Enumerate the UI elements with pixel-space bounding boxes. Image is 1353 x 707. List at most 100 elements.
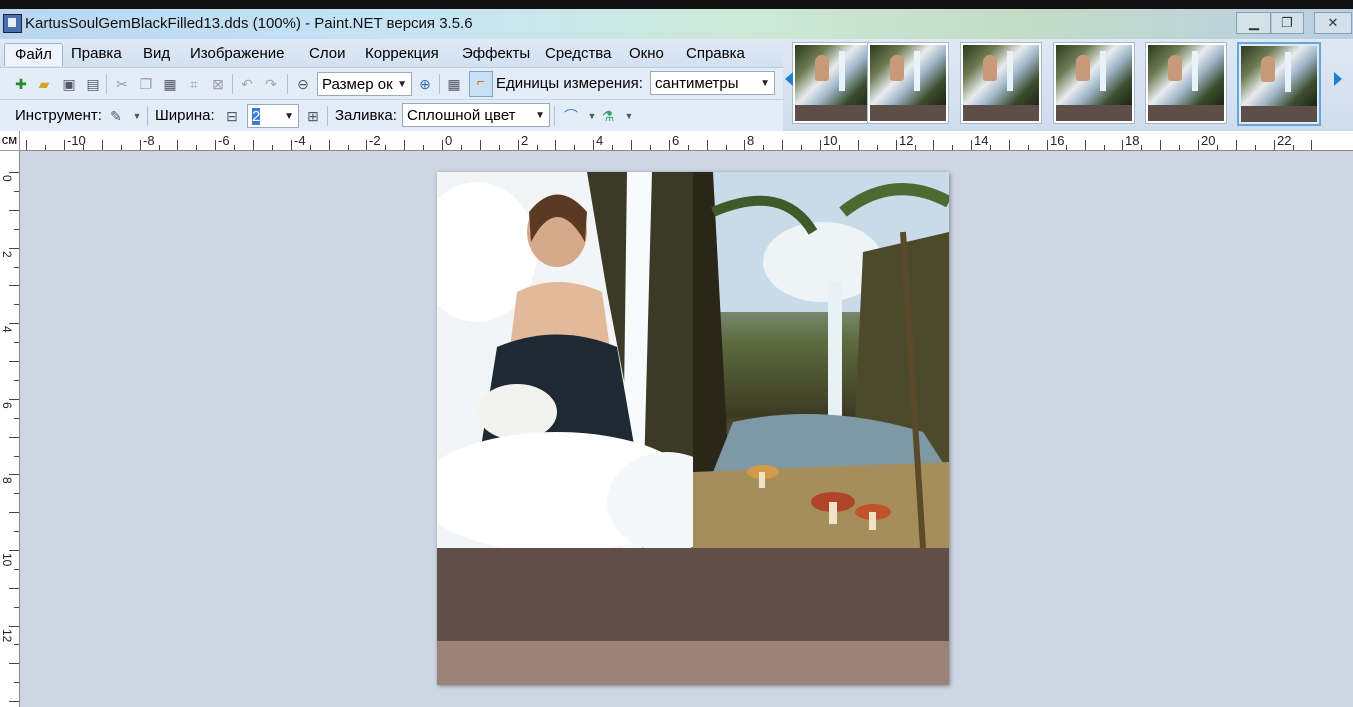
menu-layers[interactable]: Слои	[299, 43, 355, 65]
ruler-tick	[385, 145, 386, 150]
ruler-label: 18	[1125, 133, 1140, 148]
print-icon[interactable]: ▤	[84, 75, 102, 93]
ruler-tick	[14, 191, 19, 192]
ruler-label: 4	[0, 326, 14, 333]
paintbrush-icon[interactable]: ✎	[107, 107, 125, 125]
ruler-tick	[9, 361, 19, 362]
image-thumbnail[interactable]	[1145, 42, 1227, 124]
chevron-down-icon: ▼	[284, 111, 294, 122]
ruler-tick	[726, 145, 727, 150]
thumbnail-image	[870, 45, 946, 105]
ruler-tick	[839, 145, 840, 150]
ruler-tick	[801, 145, 802, 150]
copy-icon[interactable]: ❐	[137, 75, 155, 93]
menu-help[interactable]: Справка	[676, 43, 755, 65]
toolbar-separator	[439, 74, 440, 94]
ruler-tick	[631, 140, 632, 150]
ruler-tick	[1236, 140, 1237, 150]
menu-effects[interactable]: Эффекты	[452, 43, 540, 65]
menu-file[interactable]: Файл	[4, 43, 63, 66]
ruler-tick	[1255, 145, 1256, 150]
image-thumbnail[interactable]	[867, 42, 949, 124]
toolbar-separator	[327, 106, 328, 126]
ruler-tick	[366, 140, 367, 150]
ruler-tick	[272, 145, 273, 150]
ruler-label: -6	[218, 133, 230, 148]
grid-icon[interactable]: ▦	[445, 75, 463, 93]
ruler-tick	[102, 140, 103, 150]
menu-view[interactable]: Вид	[133, 43, 180, 65]
thumbnail-bottom	[870, 105, 946, 121]
ruler-tick	[9, 663, 19, 664]
zoom-out-icon[interactable]: ⊖	[294, 75, 312, 93]
ruler-tick	[14, 304, 19, 305]
scroll-left-icon[interactable]	[785, 72, 793, 86]
width-decrease-icon[interactable]: ⊟	[223, 107, 241, 125]
width-input[interactable]: 2 ▼	[247, 104, 299, 128]
ruler-label: 2	[0, 251, 14, 258]
chevron-down-icon[interactable]: ▼	[620, 107, 638, 125]
zoom-in-icon[interactable]: ⊕	[416, 75, 434, 93]
menu-bar: Файл Правка Вид Изображение Слои Коррекц…	[0, 39, 783, 67]
ruler-tick	[121, 145, 122, 150]
horizontal-ruler[interactable]: -10 -8 -6 -4 -2 0 2 4 6 8 10 12 14 16 18 20 22	[20, 131, 1353, 151]
minimize-button[interactable]: ▁	[1236, 12, 1272, 34]
antialiasing-icon[interactable]: ⌒	[562, 107, 580, 125]
ruler-tick	[329, 140, 330, 150]
ruler-tick	[9, 210, 19, 211]
ruler-tick	[518, 140, 519, 150]
blend-mode-flask-icon[interactable]: ⚗	[599, 107, 617, 125]
undo-icon[interactable]: ↶	[238, 75, 256, 93]
units-select[interactable]: сантиметры ▼	[650, 71, 775, 95]
width-increase-icon[interactable]: ⊞	[304, 107, 322, 125]
deselect-icon[interactable]: ⊠	[209, 75, 227, 93]
paste-icon[interactable]: ▦	[161, 75, 179, 93]
ruler-tick	[1009, 140, 1010, 150]
image-thumbnail[interactable]	[960, 42, 1042, 124]
menu-window[interactable]: Окно	[619, 43, 674, 65]
vertical-ruler[interactable]: 0 2 4 6 8 10 12	[0, 151, 20, 707]
ruler-tick	[9, 701, 19, 702]
ruler-tick	[14, 644, 19, 645]
ruler-label: -10	[67, 133, 86, 148]
ruler-tick	[14, 607, 19, 608]
crop-icon[interactable]: ⌗	[185, 75, 203, 93]
redo-icon[interactable]: ↷	[262, 75, 280, 93]
maximize-button[interactable]: ❐	[1270, 12, 1304, 34]
image-thumbnail[interactable]	[1053, 42, 1135, 124]
ruler-tick	[877, 145, 878, 150]
ruler-tick	[593, 140, 594, 150]
new-image-icon[interactable]: ✚	[12, 75, 30, 93]
chevron-down-icon[interactable]: ▼	[128, 107, 146, 125]
ruler-tick	[9, 626, 19, 627]
canvas-tan-band	[437, 641, 949, 685]
save-icon[interactable]: ▣	[60, 75, 78, 93]
image-thumbnail-selected[interactable]	[1237, 42, 1321, 126]
ruler-tick	[480, 140, 481, 150]
ruler-tick	[9, 248, 19, 249]
menu-utilities[interactable]: Средства	[535, 43, 621, 65]
image-canvas[interactable]	[437, 172, 949, 685]
thumbnail-bottom	[1056, 105, 1132, 121]
ruler-tick	[140, 140, 141, 150]
ruler-tick	[215, 140, 216, 150]
paintnet-app-icon[interactable]	[3, 14, 22, 33]
image-thumbnail[interactable]	[792, 42, 874, 124]
scroll-right-icon[interactable]	[1334, 72, 1342, 86]
fill-select[interactable]: Сплошной цвет ▼	[402, 103, 550, 127]
menu-adjustments[interactable]: Коррекция	[355, 43, 449, 65]
tool-label: Инструмент:	[15, 107, 102, 124]
ruler-tick	[1085, 140, 1086, 150]
menu-image[interactable]: Изображение	[180, 43, 295, 65]
cut-icon[interactable]: ✂	[113, 75, 131, 93]
ruler-tick	[971, 140, 972, 150]
open-icon[interactable]: ▰	[35, 75, 53, 93]
rulers-toggle-icon[interactable]: ⌐	[469, 71, 493, 97]
ruler-tick	[253, 140, 254, 150]
menu-edit[interactable]: Правка	[61, 43, 132, 65]
ruler-tick	[990, 145, 991, 150]
zoom-select[interactable]: Размер ок ▼	[317, 72, 412, 96]
ruler-tick	[763, 145, 764, 150]
close-button[interactable]: ✕	[1314, 12, 1352, 34]
ruler-label: 6	[0, 402, 14, 409]
